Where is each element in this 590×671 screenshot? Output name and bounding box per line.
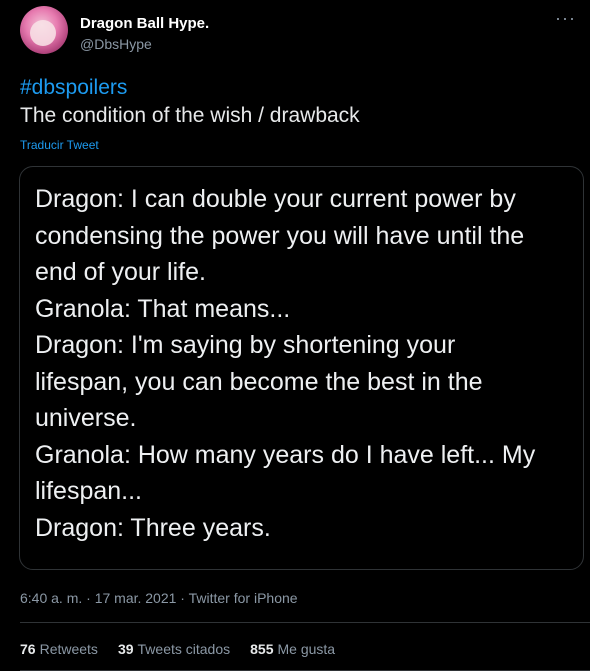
card-text: Dragon: I can double your current power …	[35, 181, 575, 546]
tweet-header: Dragon Ball Hype. @DbsHype ···	[20, 6, 580, 56]
author-name[interactable]: Dragon Ball Hype.	[80, 15, 209, 32]
media-card[interactable]: Dragon: I can double your current power …	[19, 166, 584, 570]
hashtag-link[interactable]: #dbspoilers	[20, 76, 127, 100]
tweet-stats: 76 Retweets 39 Tweets citados 855 Me gusta	[20, 641, 335, 657]
card-line: condensing the power you will have until…	[35, 221, 525, 250]
likes-stat[interactable]: 855 Me gusta	[250, 641, 335, 657]
card-line: Granola: That means...	[35, 294, 291, 323]
retweets-label: Retweets	[39, 641, 98, 657]
card-line: lifespan, you can become the best in the	[35, 367, 483, 396]
card-line: end of your life.	[35, 258, 206, 286]
card-line: universe.	[35, 404, 137, 432]
card-line: Granola: How many years do I have left..…	[35, 440, 536, 469]
tweet-timestamp[interactable]: 6:40 a. m. · 17 mar. 2021 · Twitter for …	[20, 590, 298, 606]
quotes-label: Tweets citados	[137, 641, 231, 657]
likes-count: 855	[250, 641, 274, 657]
ellipsis-icon[interactable]: ···	[555, 8, 576, 29]
card-line: lifespan...	[35, 477, 143, 505]
author-handle[interactable]: @DbsHype	[80, 36, 152, 52]
card-line: Dragon: Three years.	[35, 513, 271, 542]
retweets-stat[interactable]: 76 Retweets	[20, 641, 98, 657]
retweets-count: 76	[20, 641, 36, 657]
card-line: Dragon: I can double your current power …	[35, 185, 516, 213]
avatar[interactable]	[20, 6, 68, 54]
translate-tweet-link[interactable]: Traducir Tweet	[20, 138, 99, 152]
likes-label: Me gusta	[277, 641, 336, 657]
tweet-text: The condition of the wish / drawback	[20, 104, 360, 127]
quote-tweets-stat[interactable]: 39 Tweets citados	[118, 641, 230, 657]
card-line: Dragon: I'm saying by shortening your	[35, 331, 456, 359]
divider	[20, 622, 590, 623]
quotes-count: 39	[117, 641, 134, 657]
